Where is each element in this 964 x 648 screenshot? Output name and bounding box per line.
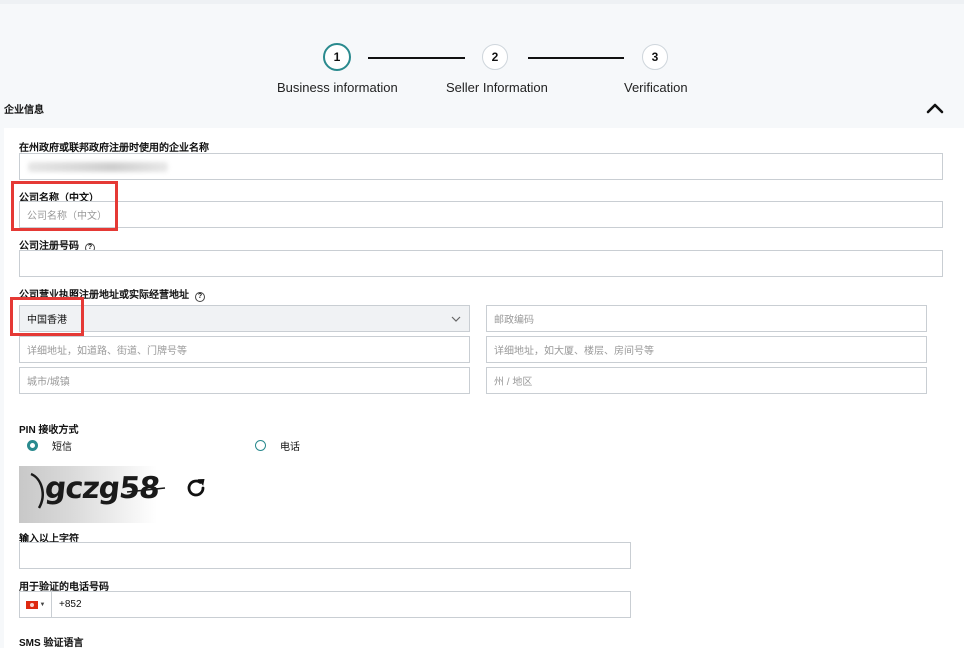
captcha-image: gczg58 [19, 466, 181, 523]
step-1-label: Business information [277, 80, 398, 95]
address2-placeholder: 详细地址，如大厦、楼层、房间号等 [494, 346, 654, 357]
address-line1-input[interactable]: 详细地址，如道路、街道、门牌号等 [19, 336, 470, 363]
country-select[interactable]: 中国香港 [19, 305, 470, 332]
radio-sms-label: 短信 [52, 442, 72, 453]
step-3-label: Verification [624, 80, 688, 95]
step-2-circle: 2 [482, 44, 508, 70]
step-1-circle: 1 [323, 43, 351, 71]
captcha-input[interactable] [19, 542, 631, 569]
phone-input[interactable]: ▼ +852 [19, 591, 631, 618]
step-connector-1 [368, 57, 465, 59]
chevron-up-icon[interactable] [925, 100, 945, 116]
progress-stepper: 1 2 3 Business information Seller Inform… [0, 42, 964, 102]
state-placeholder: 州 / 地区 [494, 377, 533, 388]
city-input[interactable]: 城市/城镇 [19, 367, 470, 394]
radio-unselected-icon [255, 440, 266, 451]
country-code-picker[interactable]: ▼ [20, 592, 52, 617]
state-input[interactable]: 州 / 地区 [486, 367, 927, 394]
redacted-text [28, 162, 168, 172]
chevron-down-icon [451, 316, 461, 322]
city-placeholder: 城市/城镇 [27, 377, 70, 388]
postal-code-input[interactable]: 邮政编码 [486, 305, 927, 332]
captcha-text: gczg58 [43, 471, 161, 506]
highlight-box-company-name [11, 181, 118, 231]
refresh-icon[interactable] [184, 476, 208, 500]
phone-code-value: +852 [59, 599, 82, 610]
help-icon[interactable]: ? [195, 292, 205, 302]
sms-language-label: SMS 验证语言 [19, 638, 84, 648]
step-3-circle: 3 [642, 44, 668, 70]
highlight-box-country [10, 297, 84, 336]
radio-selected-icon [27, 440, 38, 451]
radio-phone-label: 电话 [280, 442, 300, 453]
company-name-input[interactable] [19, 153, 943, 180]
address1-placeholder: 详细地址，如道路、街道、门牌号等 [27, 346, 187, 357]
hong-kong-flag-icon [25, 600, 38, 609]
step-2-label: Seller Information [446, 80, 548, 95]
radio-phone[interactable]: 电话 [255, 438, 300, 453]
caret-down-icon: ▼ [39, 601, 46, 608]
section-title: 企业信息 [4, 105, 44, 116]
postal-placeholder: 邮政编码 [494, 315, 534, 326]
company-name-label: 在州政府或联邦政府注册时使用的企业名称 [19, 143, 209, 154]
step-connector-2 [528, 57, 624, 59]
pin-method-label: PIN 接收方式 [19, 425, 79, 436]
reg-number-input[interactable] [19, 250, 943, 277]
radio-sms[interactable]: 短信 [27, 438, 72, 453]
company-name-cn-input[interactable]: 公司名称（中文） [19, 201, 943, 228]
address-line2-input[interactable]: 详细地址，如大厦、楼层、房间号等 [486, 336, 927, 363]
top-strip [0, 0, 964, 4]
